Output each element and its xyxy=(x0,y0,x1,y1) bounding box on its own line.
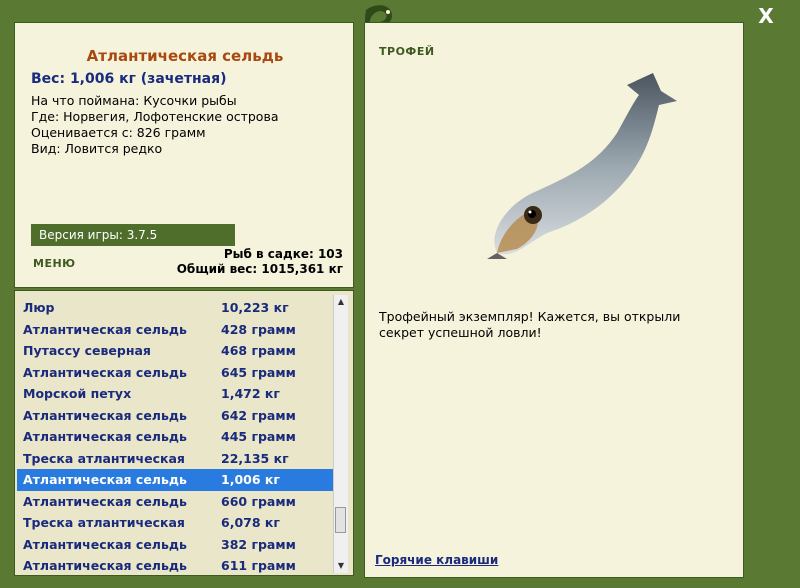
list-item[interactable]: Атлантическая сельдь 660 грамм xyxy=(17,491,333,513)
total-weight: Общий вес: 1015,361 кг xyxy=(176,262,343,276)
location-info: Где: Норвегия, Лофотенские острова xyxy=(31,109,279,124)
list-item-name: Путассу северная xyxy=(23,343,151,358)
close-button[interactable]: X xyxy=(754,4,778,28)
list-item-weight: 10,223 кг xyxy=(221,300,289,315)
list-item[interactable]: Атлантическая сельдь 642 грамм xyxy=(17,405,333,427)
list-item[interactable]: Атлантическая сельдь 445 грамм xyxy=(17,426,333,448)
list-item-name: Атлантическая сельдь xyxy=(23,407,187,423)
list-item-weight: 660 грамм xyxy=(221,493,296,509)
fish-weight: Вес: 1,006 кг (зачетная) xyxy=(31,71,227,87)
list-item-weight: 468 грамм xyxy=(221,343,296,358)
list-item-weight: 6,078 кг xyxy=(221,515,280,530)
list-item[interactable]: Путассу северная 468 грамм xyxy=(17,340,333,362)
catch-info-panel: Атлантическая сельдь Вес: 1,006 кг (заче… xyxy=(14,22,354,288)
list-item-weight: 1,472 кг xyxy=(221,386,280,401)
trophy-label: ТРОФЕЙ xyxy=(379,45,435,58)
list-item[interactable]: Треска атлантическая 6,078 кг xyxy=(17,512,333,534)
list-scrollbar[interactable]: ▲ ▼ xyxy=(333,295,348,573)
menu-button[interactable]: МЕНЮ xyxy=(33,257,76,270)
fish-title: Атлантическая сельдь xyxy=(86,47,284,65)
list-item-weight: 645 грамм xyxy=(221,364,296,380)
list-item-weight: 382 грамм xyxy=(221,536,296,552)
list-item-weight: 1,006 кг xyxy=(221,472,280,487)
hotkeys-link[interactable]: Горячие клавиши xyxy=(375,553,498,567)
scroll-thumb[interactable] xyxy=(335,507,346,533)
list-item[interactable]: Атлантическая сельдь 428 грамм xyxy=(17,319,333,341)
list-item-weight: 445 грамм xyxy=(221,429,296,444)
herring-image xyxy=(487,73,677,259)
list-item-weight: 428 грамм xyxy=(221,321,296,337)
list-item[interactable]: Люр 10,223 кг xyxy=(17,297,333,319)
list-item[interactable]: Атлантическая сельдь 645 грамм xyxy=(17,362,333,384)
list-item-name: Атлантическая сельдь xyxy=(23,472,187,487)
trophy-description: Трофейный экземпляр! Кажется, вы открыли… xyxy=(379,309,681,340)
list-item-name: Треска атлантическая xyxy=(23,515,185,530)
list-item[interactable]: Атлантическая сельдь 1,006 кг xyxy=(17,469,333,491)
list-item-name: Треска атлантическая xyxy=(23,450,185,466)
list-item-name: Люр xyxy=(23,300,55,315)
list-item[interactable]: Морской петух 1,472 кг xyxy=(17,383,333,405)
list-item-name: Атлантическая сельдь xyxy=(23,321,187,337)
list-item-name: Атлантическая сельдь xyxy=(23,558,187,573)
rated-info: Оценивается с: 826 грамм xyxy=(31,125,206,140)
bait-info: На что поймана: Кусочки рыбы xyxy=(31,93,237,108)
trophy-panel: ТРОФЕЙ Трофейный экземпляр! Кажется, вы … xyxy=(364,22,744,578)
list-item-weight: 22,135 кг xyxy=(221,450,289,466)
list-item-weight: 611 грамм xyxy=(221,558,296,573)
catch-list-panel: Люр 10,223 кг Атлантическая сельдь 428 грам… xyxy=(14,290,354,576)
list-item[interactable]: Атлантическая сельдь 611 грамм xyxy=(17,555,333,577)
scroll-down-icon[interactable]: ▼ xyxy=(334,559,348,573)
list-item-name: Морской петух xyxy=(23,386,132,401)
list-item-name: Атлантическая сельдь xyxy=(23,364,187,380)
list-item[interactable]: Треска атлантическая 22,135 кг xyxy=(17,448,333,470)
fishing-catch-window: X Атлантическая сельдь Вес: 1,006 кг (за… xyxy=(0,0,800,588)
list-item-name: Атлантическая сельдь xyxy=(23,429,187,444)
list-item-weight: 642 грамм xyxy=(221,407,296,423)
list-item[interactable]: Атлантическая сельдь 382 грамм xyxy=(17,534,333,556)
list-item-name: Атлантическая сельдь xyxy=(23,536,187,552)
list-item-name: Атлантическая сельдь xyxy=(23,493,187,509)
game-version: Версия игры: 3.7.5 xyxy=(31,224,235,246)
catch-list[interactable]: Люр 10,223 кг Атлантическая сельдь 428 грам… xyxy=(17,297,333,577)
species-info: Вид: Ловится редко xyxy=(31,141,163,156)
fish-count: Рыб в садке: 103 xyxy=(223,247,343,261)
scroll-up-icon[interactable]: ▲ xyxy=(334,295,348,309)
